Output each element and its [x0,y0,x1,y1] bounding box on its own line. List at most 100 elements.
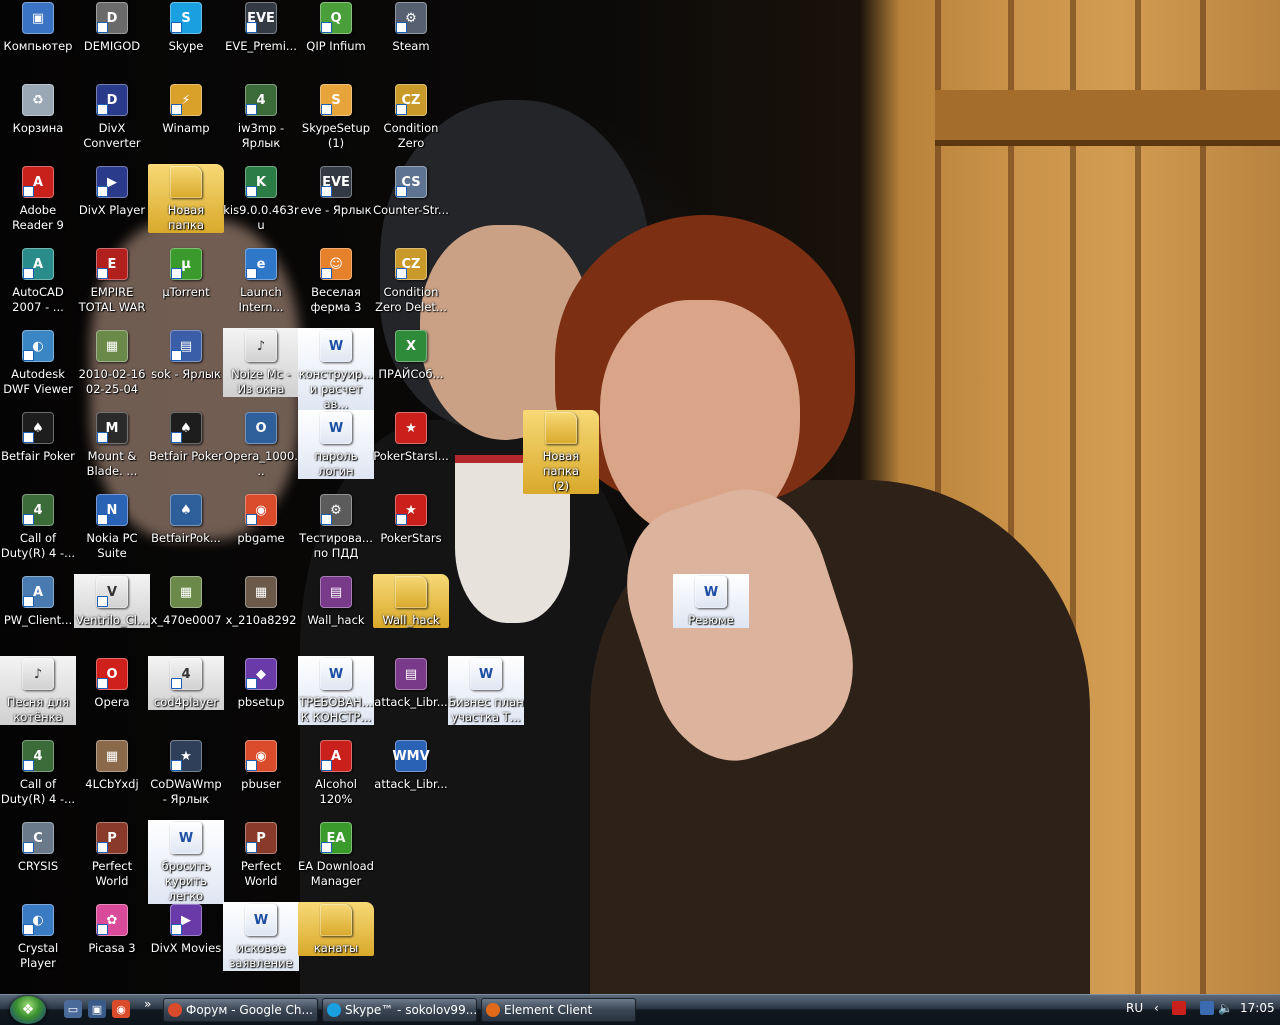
desktop-shortcut[interactable]: ♪ Noize Mc - Из окна [223,328,299,397]
photo-2010-icon: ▦ [96,330,128,362]
desktop-shortcut[interactable]: CZ Condition Zero [373,82,449,151]
desktop-shortcut[interactable]: M Mount & Blade. ... [74,410,150,479]
desktop-shortcut[interactable]: Новая папка (2) [523,410,599,494]
desktop-shortcut-label: Perfect World [91,859,133,888]
desktop-shortcut[interactable]: ▶ DivX Movies [148,902,224,956]
desktop-shortcut[interactable]: ◐ Autodesk DWF Viewer [0,328,76,397]
desktop-shortcut[interactable]: EA EA Download Manager [298,820,374,889]
desktop-shortcut[interactable]: ♪ Песня для котёнка [0,656,76,725]
desktop-shortcut[interactable]: P Perfect World [223,820,299,889]
desktop-shortcut[interactable]: Q QIP Infium [298,0,374,54]
desktop-shortcut[interactable]: ▤ Wall_hack [298,574,374,628]
desktop-shortcut[interactable]: ♻ Корзина [0,82,76,136]
desktop-shortcut[interactable]: Wконструир... и расчет ав... [298,328,374,412]
volume-tray-icon[interactable]: 🔈 [1218,1001,1233,1015]
desktop-shortcut[interactable]: ⚙ Тестирова... по ПДД [298,492,374,561]
desktop-shortcut[interactable]: S Skype [148,0,224,54]
desktop-shortcut[interactable]: 4 Call of Duty(R) 4 -... [0,492,76,561]
desktop-shortcut[interactable]: W ТРЕБОВАН... К КОНСТР... [298,656,374,725]
eve-premium-icon: EVE [245,2,277,34]
desktop-shortcut[interactable]: ★ PokerStarsI... [373,410,449,464]
desktop-shortcut[interactable]: E EMPIRE TOTAL WAR [74,246,150,315]
desktop-shortcut[interactable]: ◉ pbuser [223,738,299,792]
desktop-shortcut[interactable]: 4 cod4player [148,656,224,710]
desktop-shortcut[interactable]: 4 Call of Duty(R) 4 -... [0,738,76,807]
desktop-shortcut-label: 4LCbYxdj [85,777,139,791]
desktop-shortcut[interactable]: A PW_Client... [0,574,76,628]
desktop-shortcut[interactable]: ▦ 2010-02-16 02-25-04 [74,328,150,397]
desktop-shortcut[interactable]: ◐ Crystal Player [0,902,76,971]
desktop-shortcut[interactable]: C CRYSIS [0,820,76,874]
chrome-quicklaunch-icon[interactable]: ◉ [112,1000,130,1018]
recycle-bin-icon: ♻ [22,84,54,116]
photo-x210-icon: ▦ [245,576,277,608]
desktop-shortcut[interactable]: 4 iw3mp - Ярлык [223,82,299,151]
show-desktop-icon[interactable]: ▭ [64,1000,82,1018]
wall-plank [1135,0,1141,994]
desktop-shortcut[interactable]: D DivX Converter [74,82,150,151]
desktop-shortcut[interactable]: W Бизнес план участка Т... [448,656,524,725]
desktop-shortcut[interactable]: ▦ x_210a8292 [223,574,299,628]
desktop-shortcut[interactable]: ▦ x_470e0007 [148,574,224,628]
desktop-shortcut[interactable]: ▦ 4LCbYxdj [74,738,150,792]
kaspersky-tray-icon[interactable] [1172,1001,1186,1015]
task-element-client[interactable]: Element Client [481,998,636,1022]
desktop-shortcut[interactable]: канаты [298,902,374,956]
desktop-shortcut[interactable]: A Alcohol 120% [298,738,374,807]
desktop-shortcut[interactable]: Kkis9.0.0.463ru [223,164,299,233]
clock[interactable]: 17:05 [1240,1000,1275,1016]
desktop-shortcut[interactable]: Новая папка [148,164,224,233]
desktop-shortcut[interactable]: Wбросить курить легко [148,820,224,904]
desktop-shortcut[interactable]: Wпароль логин [298,410,374,479]
desktop-shortcut[interactable]: ☺ Веселая ферма 3 [298,246,374,315]
desktop-shortcut-label: Резюме [688,613,734,627]
skype-icon: S [170,2,202,34]
desktop-shortcut[interactable]: ✿ Picasa 3 [74,902,150,956]
desktop-shortcut[interactable]: O Opera [74,656,150,710]
desktop-shortcut[interactable]: O Opera_1000... [223,410,299,479]
desktop-shortcut[interactable]: ★ CoDWaWmp - Ярлык [148,738,224,807]
desktop-shortcut[interactable]: µ µTorrent [148,246,224,300]
desktop-shortcut[interactable]: CZ Condition Zero Delet... [373,246,449,315]
task-chrome[interactable]: Форум - Google Ch... [163,998,318,1022]
quick-launch-overflow[interactable]: » [144,996,151,1012]
tray-expand-icon[interactable]: ‹ [1154,1001,1168,1015]
switch-windows-icon[interactable]: ▣ [88,1000,106,1018]
desktop-shortcut[interactable]: CS Counter-Str... [373,164,449,218]
crystal-player-icon: ◐ [22,904,54,936]
desktop-shortcut[interactable]: A AutoCAD 2007 - ... [0,246,76,315]
desktop-shortcut[interactable]: ♠ Betfair Poker [0,410,76,464]
desktop-shortcut[interactable]: ▣ Компьютер [0,0,76,54]
desktop-shortcut[interactable]: N Nokia PC Suite [74,492,150,561]
desktop-shortcut[interactable]: P Perfect World [74,820,150,889]
desktop-shortcut[interactable]: WMV attack_Libr... [373,738,449,792]
language-indicator[interactable]: RU [1126,1000,1143,1016]
desktop-shortcut[interactable]: ▶ DivX Player [74,164,150,218]
desktop-shortcut[interactable]: ⚡ Winamp [148,82,224,136]
desktop-shortcut[interactable]: Wall_hack [373,574,449,628]
autocad-icon: A [22,248,54,280]
network-tray-icon[interactable] [1200,1001,1214,1015]
desktop-shortcut[interactable]: ▤ sok - Ярлык [148,328,224,382]
desktop-shortcut[interactable]: e Launch Intern... [223,246,299,315]
desktop-shortcut[interactable]: ♠ Betfair Poker [148,410,224,464]
desktop-shortcut[interactable]: ♠ BetfairPok... [148,492,224,546]
desktop-shortcut[interactable]: V Ventrilo_Cl... [74,574,150,628]
desktop-shortcut[interactable]: ▤ attack_Libr... [373,656,449,710]
desktop-shortcut[interactable]: ⚙ Steam [373,0,449,54]
desktop-shortcut[interactable]: ◆ pbsetup [223,656,299,710]
desktop-shortcut[interactable]: ★ PokerStars [373,492,449,546]
desktop-shortcut[interactable]: EVE eve - Ярлык [298,164,374,218]
desktop-shortcut[interactable]: D DEMIGOD [74,0,150,54]
desktop-shortcut[interactable]: A Adobe Reader 9 [0,164,76,233]
start-button[interactable]: ❖ [10,996,46,1024]
desktop-shortcut[interactable]: ◉ pbgame [223,492,299,546]
desktop-shortcut[interactable]: X ПРАЙСоб... [373,328,449,382]
desktop-shortcut[interactable]: EVE EVE_Premi... [223,0,299,54]
desktop-shortcut-label: DivX Converter [83,121,141,150]
desktop-shortcut[interactable]: Wисковое заявление [223,902,299,971]
word-doc-business-plan-icon: W [470,658,502,690]
task-skype[interactable]: Skype™ - sokolov99... [322,998,477,1022]
desktop-shortcut[interactable]: W Резюме [673,574,749,628]
desktop-shortcut[interactable]: S SkypeSetup (1) [298,82,374,151]
